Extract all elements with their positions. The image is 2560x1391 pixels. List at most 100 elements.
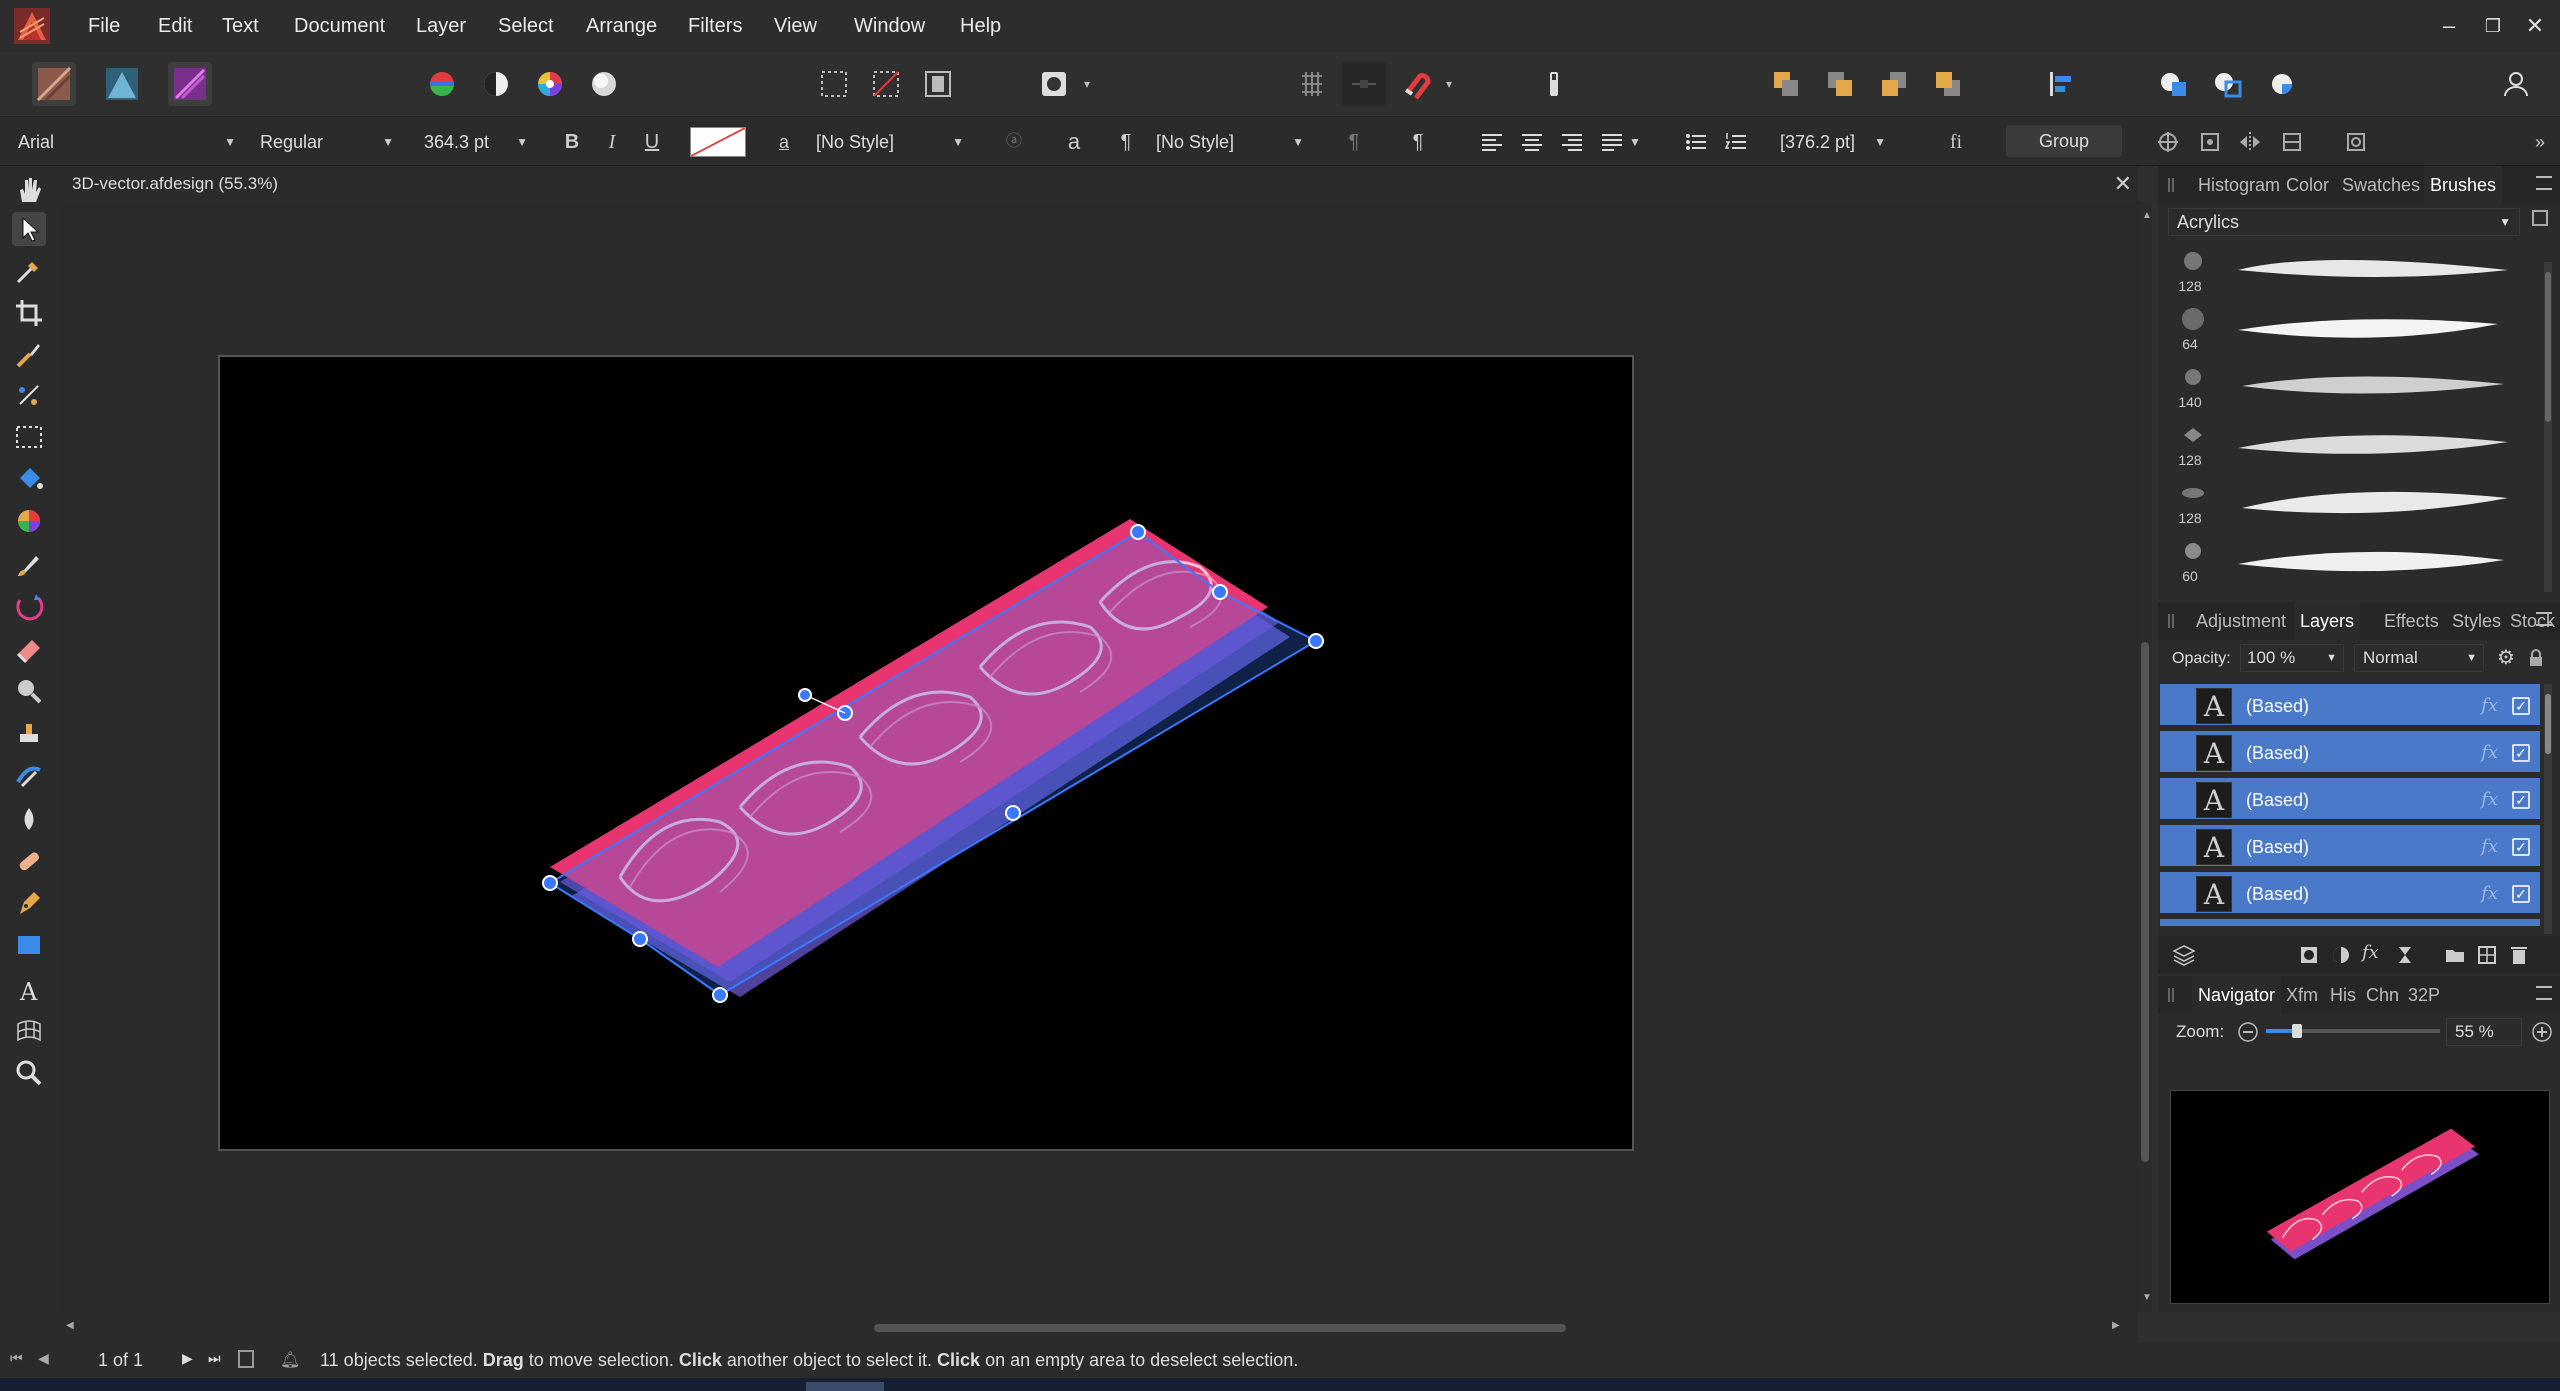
- font-size-field[interactable]: 364.3 pt ▼: [418, 127, 534, 157]
- assistant-icon[interactable]: [1532, 62, 1576, 106]
- adjustment-layer-icon[interactable]: [2330, 944, 2352, 966]
- snap-guides-icon[interactable]: [1342, 62, 1386, 106]
- tab-32bit-preview[interactable]: 32P: [2408, 976, 2440, 1014]
- erase-tool-icon[interactable]: [12, 632, 46, 666]
- color-wheel-icon[interactable]: [528, 62, 572, 106]
- artboard[interactable]: [218, 355, 1634, 1151]
- pages-icon[interactable]: [238, 1350, 254, 1368]
- live-filter-hourglass-icon[interactable]: [2394, 944, 2416, 966]
- layer-row[interactable]: A (Based) fx ✓: [2160, 872, 2540, 916]
- add-group-icon[interactable]: [2444, 944, 2466, 966]
- chevron-down-icon[interactable]: ▾: [1084, 62, 1098, 106]
- zoom-slider[interactable]: [2266, 1024, 2440, 1038]
- deselect-icon[interactable]: [864, 62, 908, 106]
- tab-color[interactable]: Color: [2286, 166, 2329, 204]
- boolean-intersect-icon[interactable]: [2260, 62, 2304, 106]
- layer-visibility-checkbox[interactable]: ✓: [2512, 791, 2530, 809]
- restore-icon[interactable]: ❐: [2476, 10, 2510, 42]
- leading-field[interactable]: [376.2 pt] ▼: [1774, 127, 1892, 157]
- clear-char-style-icon[interactable]: ⓐ: [998, 127, 1030, 157]
- move-back-one-icon[interactable]: [1818, 62, 1862, 106]
- layer-row[interactable]: A (Based) fx ✓: [2160, 778, 2540, 822]
- character-style-icon[interactable]: a: [768, 127, 800, 157]
- scroll-right-icon[interactable]: ▶: [2112, 1320, 2120, 1331]
- levels-icon[interactable]: [420, 62, 464, 106]
- clear-para-style-icon[interactable]: ¶: [1338, 127, 1370, 157]
- opacity-field[interactable]: 100 % ▼: [2240, 644, 2344, 672]
- tab-channels[interactable]: Chn: [2366, 976, 2399, 1014]
- underline-button[interactable]: U: [636, 127, 668, 157]
- layer-row[interactable]: A (Based) fx ✓: [2160, 825, 2540, 869]
- view-hand-tool-icon[interactable]: [12, 172, 46, 206]
- rectangular-marquee-tool-icon[interactable]: [12, 420, 46, 454]
- layers-scrollbar[interactable]: [2544, 684, 2552, 934]
- brush-item[interactable]: 64: [2158, 300, 2538, 358]
- layer-visibility-checkbox[interactable]: ✓: [2512, 744, 2530, 762]
- brush-item[interactable]: 128: [2158, 416, 2538, 474]
- lock-icon[interactable]: [2524, 646, 2548, 670]
- blur-tool-icon[interactable]: [12, 802, 46, 836]
- flood-fill-tool-icon[interactable]: [12, 462, 46, 496]
- brush-list-scrollbar[interactable]: [2544, 262, 2552, 592]
- tab-styles[interactable]: Styles: [2452, 602, 2501, 640]
- align-center-icon[interactable]: [1516, 127, 1548, 157]
- scroll-up-icon[interactable]: ▲: [2142, 210, 2152, 221]
- group-button[interactable]: Group: [2006, 125, 2122, 157]
- bold-button[interactable]: B: [556, 127, 588, 157]
- tab-adjustment[interactable]: Adjustment: [2196, 602, 2286, 640]
- justify-icon[interactable]: [1596, 127, 1628, 157]
- panel-menu-icon[interactable]: [2536, 612, 2552, 626]
- tab-effects[interactable]: Effects: [2384, 602, 2439, 640]
- dodge-tool-icon[interactable]: [12, 674, 46, 708]
- tab-transform[interactable]: Xfm: [2286, 976, 2318, 1014]
- layer-stack-icon[interactable]: [2172, 944, 2196, 966]
- flip-vertical-icon[interactable]: [2276, 127, 2308, 157]
- pen-tool-icon[interactable]: [12, 886, 46, 920]
- para-style-update-icon[interactable]: ¶: [1402, 127, 1434, 157]
- bullet-list-icon[interactable]: [1680, 127, 1712, 157]
- menu-window[interactable]: Window: [844, 0, 935, 52]
- invert-selection-icon[interactable]: [916, 62, 960, 106]
- layer-visibility-checkbox[interactable]: ✓: [2512, 838, 2530, 856]
- color-picker-tool-icon[interactable]: [12, 254, 46, 288]
- flip-horizontal-icon[interactable]: [2234, 127, 2266, 157]
- snapping-magnet-icon[interactable]: [1394, 62, 1438, 106]
- show-rotation-center-icon[interactable]: [2194, 127, 2226, 157]
- font-style-select[interactable]: Regular ▼: [254, 127, 400, 157]
- italic-button[interactable]: I: [596, 127, 628, 157]
- gear-icon[interactable]: ⚙: [2494, 646, 2518, 670]
- live-filter-icon[interactable]: fx: [2362, 942, 2384, 966]
- fx-icon[interactable]: fx: [2481, 731, 2498, 775]
- character-style-select[interactable]: [No Style] ▼: [810, 127, 970, 157]
- fx-icon[interactable]: fx: [2481, 872, 2498, 916]
- boolean-subtract-icon[interactable]: [2206, 62, 2250, 106]
- menu-text[interactable]: Text: [212, 0, 269, 52]
- navigator-preview[interactable]: [2170, 1090, 2550, 1304]
- blend-mode-select[interactable]: Normal ▼: [2354, 644, 2484, 672]
- paint-brush-tool-icon[interactable]: [12, 548, 46, 582]
- font-family-select[interactable]: Arial ▼: [12, 127, 242, 157]
- designer-persona-icon[interactable]: [100, 62, 144, 106]
- zoom-slider-thumb[interactable]: [2292, 1024, 2302, 1038]
- fx-icon[interactable]: fx: [2481, 684, 2498, 728]
- grid-icon[interactable]: [1290, 62, 1334, 106]
- horizontal-scroll-thumb[interactable]: [874, 1324, 1566, 1332]
- panel-menu-icon[interactable]: [2536, 176, 2552, 190]
- rotate-icon[interactable]: [2340, 127, 2372, 157]
- first-page-icon[interactable]: ⏮: [10, 1350, 23, 1367]
- numbered-list-icon[interactable]: [1720, 127, 1752, 157]
- brush-item[interactable]: 60: [2158, 532, 2538, 590]
- boolean-add-icon[interactable]: [2152, 62, 2196, 106]
- layers-scroll-thumb[interactable]: [2545, 694, 2551, 754]
- tab-history[interactable]: His: [2330, 976, 2356, 1014]
- flood-select-tool-icon[interactable]: [12, 378, 46, 412]
- close-document-icon[interactable]: ✕: [2114, 166, 2132, 202]
- menu-layer[interactable]: Layer: [406, 0, 476, 52]
- marquee-select-icon[interactable]: [812, 62, 856, 106]
- chevron-down-icon[interactable]: ▾: [1446, 62, 1460, 106]
- tab-brushes[interactable]: Brushes: [2424, 166, 2503, 204]
- white-balance-icon[interactable]: [582, 62, 626, 106]
- paragraph-style-select[interactable]: [No Style] ▼: [1150, 127, 1310, 157]
- brush-item[interactable]: 128: [2158, 474, 2538, 532]
- vertical-scrollbar[interactable]: ▲ ▼: [2138, 202, 2152, 1312]
